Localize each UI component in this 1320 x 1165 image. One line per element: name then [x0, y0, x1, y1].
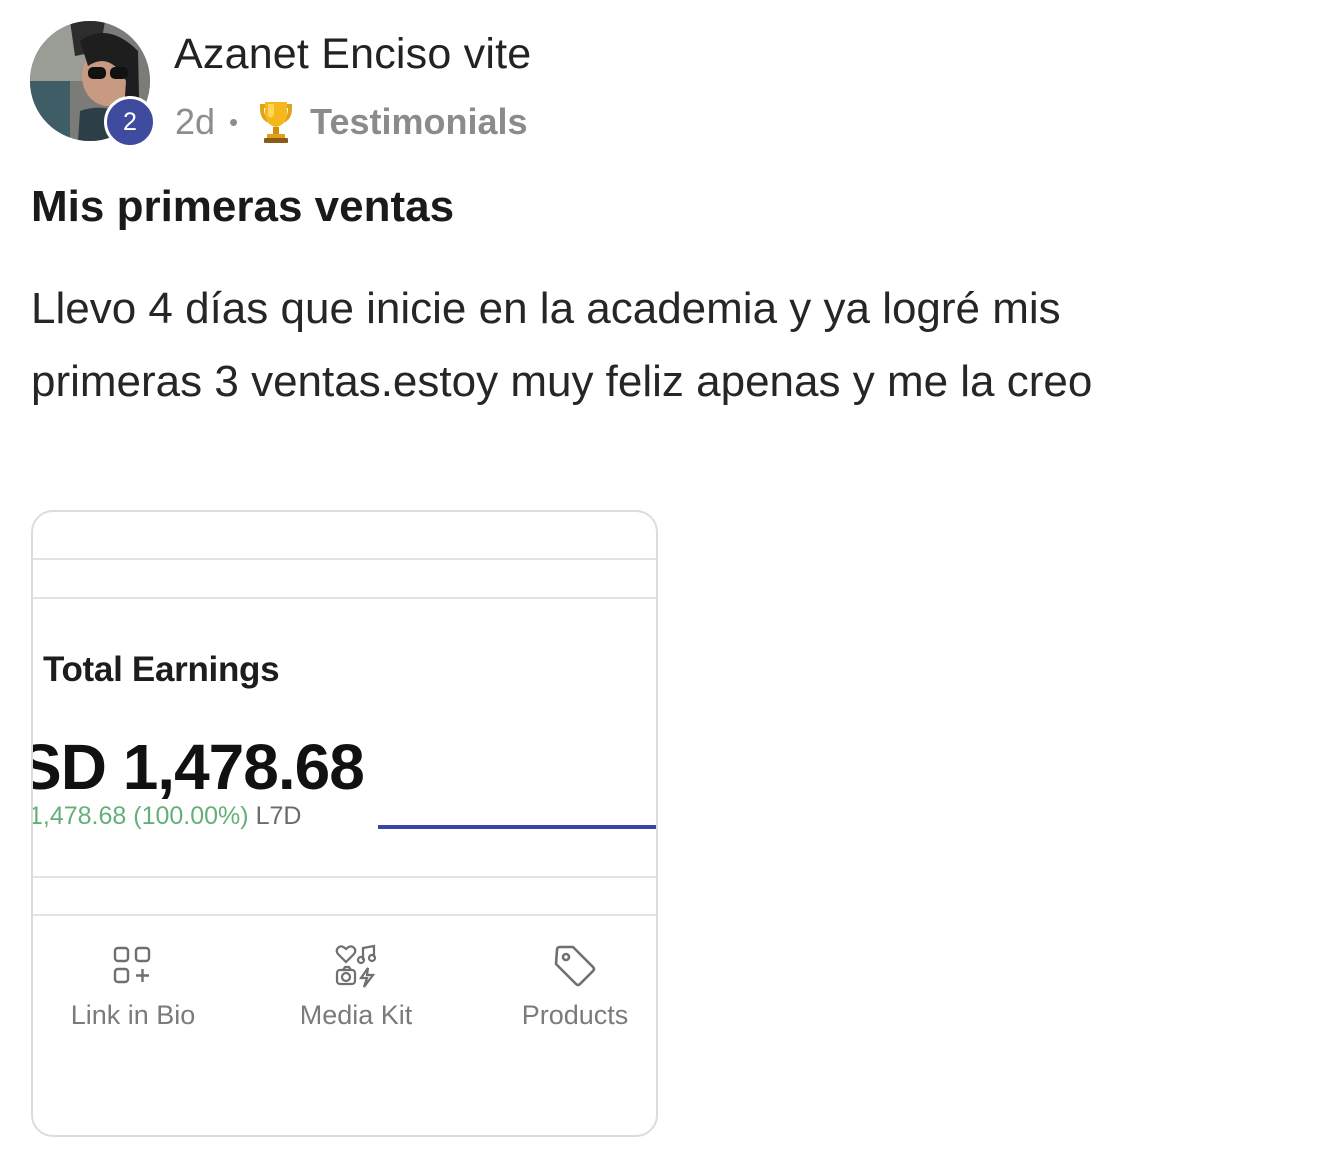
divider	[33, 597, 656, 599]
grid-plus-icon	[113, 946, 151, 984]
total-earnings-value: SD 1,478.68	[31, 731, 365, 803]
earnings-period: L7D	[255, 802, 302, 830]
attachment-image[interactable]: Total Earnings SD 1,478.68 1,478.68 (100…	[31, 510, 658, 1137]
level-badge: 2	[104, 96, 156, 148]
nav-label: Products	[521, 1000, 629, 1030]
post-body: Llevo 4 días que inicie en la academia y…	[31, 284, 1093, 406]
post-title: Mis primeras ventas	[31, 182, 455, 231]
earnings-change-value: 1,478.68 (100.00%)	[31, 802, 249, 830]
divider	[33, 876, 656, 878]
author-name[interactable]: Azanet Enciso vite	[174, 30, 531, 79]
category-link[interactable]: Testimonials	[310, 101, 527, 143]
earnings-change: 1,478.68 (100.00%) L7D	[31, 802, 302, 831]
post-time: 2d	[175, 101, 216, 142]
divider	[33, 914, 656, 916]
nav-products[interactable]: Products	[475, 942, 656, 1031]
meta-separator: •	[229, 106, 239, 137]
post-meta: 2d • Testimonials	[175, 98, 528, 146]
nav-label: Media Kit	[299, 1000, 413, 1030]
total-earnings-label: Total Earnings	[43, 650, 280, 689]
earnings-trend-line	[378, 825, 656, 829]
nav-label: Link in Bio	[70, 1000, 196, 1030]
trophy-icon	[260, 102, 293, 143]
nav-link-in-bio[interactable]: Link in Bio	[33, 942, 233, 1031]
nav-media-kit[interactable]: Media Kit	[256, 942, 456, 1031]
tag-icon	[554, 945, 596, 987]
media-kit-icon	[335, 944, 377, 988]
divider	[33, 558, 656, 560]
